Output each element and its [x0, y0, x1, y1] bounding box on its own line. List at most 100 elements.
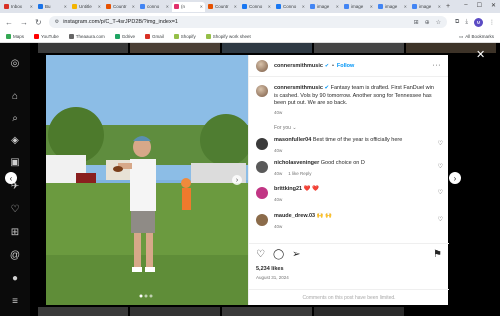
caption-author-avatar[interactable] [256, 85, 268, 97]
maximize-icon[interactable]: ☐ [477, 2, 482, 9]
tab-close-icon[interactable]: ✕ [98, 4, 101, 9]
search-icon[interactable]: ⌕ [9, 112, 21, 124]
zoom-icon[interactable]: ⊕ [425, 19, 430, 26]
downloads-icon[interactable]: ⤓ [465, 19, 468, 26]
comment-like-icon[interactable]: ♡ [438, 140, 443, 147]
commenter-username[interactable]: maude_drew.03 [274, 213, 315, 219]
all-bookmarks-button[interactable]: ▭ All Bookmarks [459, 34, 494, 40]
close-window-icon[interactable]: ✕ [491, 2, 496, 9]
bookmark-star-icon[interactable]: ☆ [436, 19, 441, 26]
commenter-avatar[interactable] [256, 138, 268, 150]
tab-close-icon[interactable]: ✕ [64, 4, 67, 9]
comment-icon[interactable]: ◯ [273, 249, 284, 260]
bookmark-item[interactable]: Maps [6, 34, 24, 39]
commenter-avatar[interactable] [256, 214, 268, 226]
next-post-icon[interactable]: › [449, 172, 461, 184]
browser-tab[interactable]: Inbox ✕ [2, 2, 35, 12]
comment-like-icon[interactable]: ♡ [438, 216, 443, 223]
site-info-icon[interactable]: ⚙ [55, 19, 59, 25]
browser-tab[interactable]: image ✕ [342, 2, 375, 12]
share-icon[interactable]: ➢ [292, 249, 300, 260]
menu-kebab-icon[interactable]: ⋮ [489, 19, 495, 26]
tab-close-icon[interactable]: ✕ [234, 4, 237, 9]
tab-label: Bu [45, 4, 51, 9]
browser-tab[interactable]: Bu ✕ [36, 2, 69, 12]
browser-tab[interactable]: image ✕ [376, 2, 409, 12]
profile-icon[interactable]: ● [9, 272, 21, 284]
tab-close-icon[interactable]: ✕ [302, 4, 305, 9]
bookmark-item[interactable]: Gmail [144, 34, 164, 39]
tab-close-icon[interactable]: ✕ [132, 4, 135, 9]
extensions-icon[interactable]: ⧉ [455, 19, 459, 26]
browser-tab[interactable]: Countr ✕ [104, 2, 137, 12]
browser-tab[interactable]: image ✕ [410, 2, 443, 12]
threads-icon[interactable]: @ [9, 249, 21, 261]
tab-close-icon[interactable]: ✕ [370, 4, 373, 9]
comment-reply-link[interactable]: 1 like Reply [288, 171, 311, 176]
commenter-username[interactable]: nicholasveninger [274, 160, 319, 166]
explore-icon[interactable]: ◈ [9, 134, 21, 146]
tab-close-icon[interactable]: ✕ [30, 4, 33, 9]
reels-icon[interactable]: ▣ [9, 156, 21, 168]
grid-thumbnail [130, 43, 220, 53]
back-icon[interactable]: ← [5, 18, 13, 27]
browser-tab[interactable]: image ✕ [308, 2, 341, 12]
verified-badge-icon: ✔ [324, 85, 330, 91]
tab-close-icon[interactable]: ✕ [200, 4, 203, 9]
create-icon[interactable]: ⊞ [9, 226, 21, 238]
next-image-icon[interactable]: › [232, 175, 242, 185]
url-field[interactable]: ⚙ instagram.com/p/C_T-4srJPD2B/?img_inde… [48, 16, 448, 28]
bookmark-item[interactable]: Shopify [173, 34, 196, 39]
bookmark-item[interactable]: Gdrive [114, 34, 135, 39]
like-heart-icon[interactable]: ♡ [256, 249, 265, 260]
commenter-username[interactable]: masonfuller04 [274, 137, 311, 143]
close-modal-icon[interactable]: ✕ [476, 48, 485, 61]
commenter-avatar[interactable] [256, 187, 268, 199]
like-count[interactable]: 5,234 likes [256, 266, 442, 272]
tab-close-icon[interactable]: ✕ [438, 4, 441, 9]
browser-tab[interactable]: Countr ✕ [206, 2, 239, 12]
bookmark-item[interactable]: Theaaura.com [68, 34, 105, 39]
commenter-avatar[interactable] [256, 161, 268, 173]
author-username[interactable]: connersmithmusic [274, 63, 323, 69]
previous-post-icon[interactable]: ‹ [5, 172, 17, 184]
browser-tab-strip: Inbox ✕ Bu ✕ Untitle ✕ Countr ✕ conno ✕ (n ✕ Countr ✕… [0, 0, 500, 13]
more-options-icon[interactable]: ··· [433, 62, 442, 69]
comment-like-icon[interactable]: ♡ [438, 163, 443, 170]
tab-favicon-icon [344, 4, 349, 9]
browser-tab[interactable]: conno ✕ [138, 2, 171, 12]
caption-username[interactable]: connersmithmusic [274, 85, 323, 91]
bookmark-item[interactable]: YouTube [34, 34, 59, 39]
browser-tab[interactable]: Conno ✕ [240, 2, 273, 12]
comment-like-icon[interactable]: ♡ [438, 189, 443, 196]
save-bookmark-icon[interactable]: ⚑ [433, 249, 442, 260]
forward-icon[interactable]: → [20, 18, 28, 27]
home-icon[interactable]: ⌂ [9, 90, 21, 102]
for-you-filter[interactable]: For you ⌄ [274, 125, 448, 131]
new-tab-button[interactable]: + [446, 3, 450, 10]
browser-tab[interactable]: Conno ✕ [274, 2, 307, 12]
follow-button[interactable]: Follow [337, 63, 354, 69]
author-avatar[interactable] [256, 59, 268, 72]
bookmark-item[interactable]: Shopify work sheet [205, 34, 251, 39]
minimize-icon[interactable]: – [464, 2, 467, 9]
install-app-icon[interactable]: ⊞ [414, 19, 419, 26]
tab-close-icon[interactable]: ✕ [268, 4, 271, 9]
browser-tab[interactable]: (n ✕ [172, 1, 205, 12]
tab-label: (n [181, 4, 186, 9]
commenter-username[interactable]: brittking21 [274, 186, 302, 192]
notifications-icon[interactable]: ♡ [9, 203, 21, 215]
instagram-logo-icon[interactable]: ◎ [9, 57, 21, 69]
post-photo: › [46, 55, 248, 305]
folder-icon: ▭ [458, 33, 464, 39]
profile-avatar[interactable]: M [474, 17, 483, 27]
tab-label: image [419, 4, 432, 9]
tab-favicon-icon [378, 4, 383, 9]
bookmark-label: YouTube [41, 34, 59, 39]
reload-icon[interactable]: ↻ [35, 18, 42, 27]
more-menu-icon[interactable]: ≡ [9, 295, 21, 307]
tab-close-icon[interactable]: ✕ [166, 4, 169, 9]
tab-close-icon[interactable]: ✕ [404, 4, 407, 9]
tab-close-icon[interactable]: ✕ [336, 4, 339, 9]
browser-tab[interactable]: Untitle ✕ [70, 2, 103, 12]
